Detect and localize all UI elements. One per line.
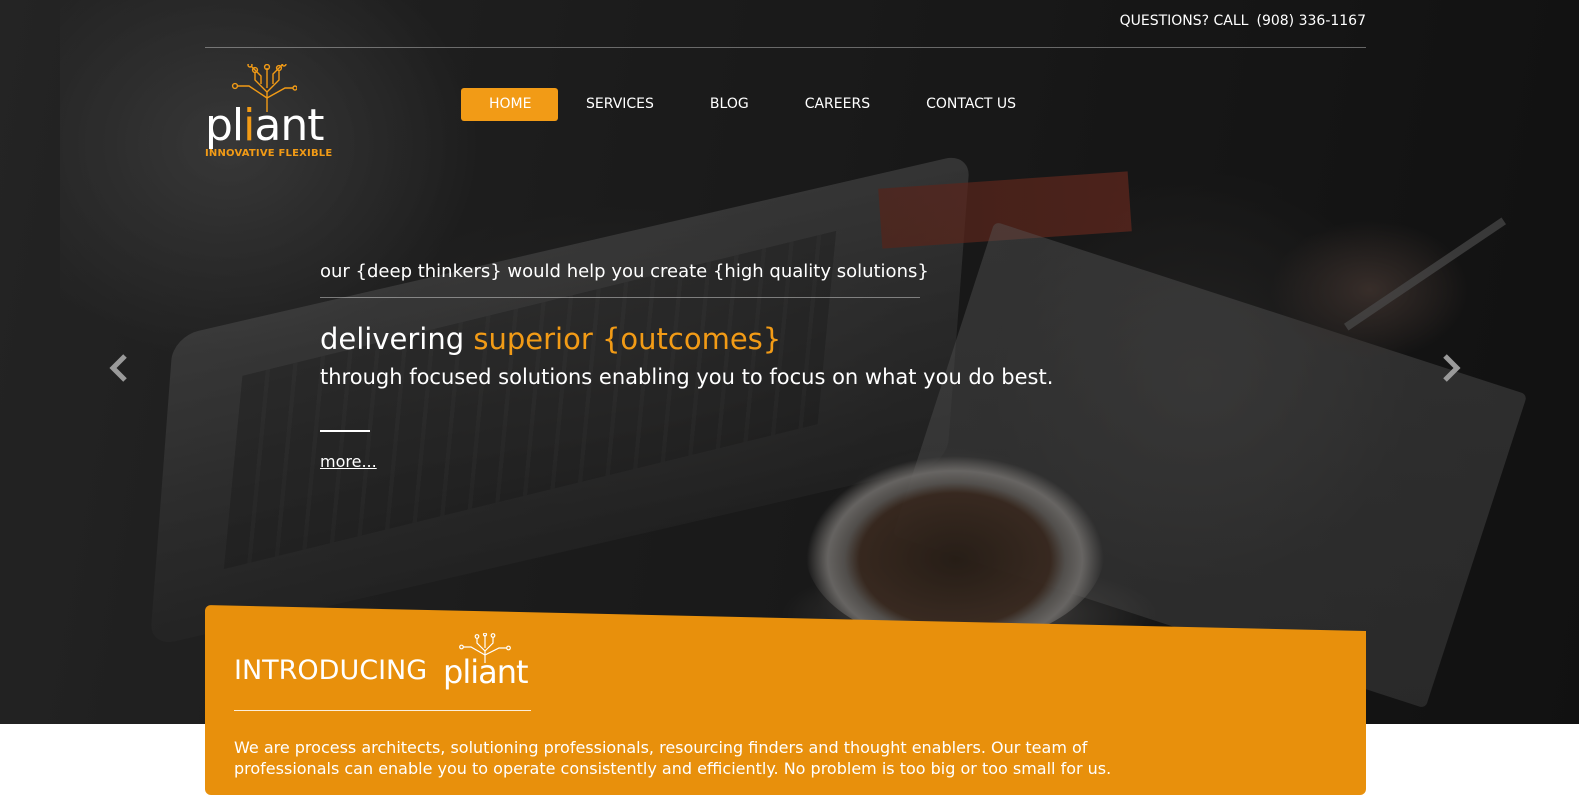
intro-section: INTRODUCING pliant We are process archit… [205,605,1366,795]
contact-phone: QUESTIONS? CALL (908) 336-1167 [1120,13,1366,29]
slide-headline: delivering superior {outcomes} [320,322,782,356]
carousel-slide: our {deep thinkers} would help you creat… [320,260,1220,471]
logo-tagline: INNOVATIVE FLEXIBLE [205,148,333,159]
nav-services[interactable]: SERVICES [558,88,682,121]
main-nav: HOME SERVICES BLOG CAREERS CONTACT US [461,88,1044,121]
intro-logo-wordmark: pliant [443,653,529,691]
intro-divider [234,710,531,711]
intro-text: We are process architects, solutioning p… [234,738,1112,778]
slide-divider [320,297,920,298]
slide-short-rule [320,430,370,432]
nav-home[interactable]: HOME [461,88,558,121]
more-link[interactable]: more... [320,452,377,471]
intro-title: INTRODUCING [234,655,428,686]
phone-number[interactable]: (908) 336-1167 [1257,13,1367,29]
top-bar: QUESTIONS? CALL (908) 336-1167 [205,0,1366,48]
nav-contact-us[interactable]: CONTACT US [898,88,1044,121]
nav-careers[interactable]: CAREERS [777,88,898,121]
nav-blog[interactable]: BLOG [682,88,777,121]
questions-label: QUESTIONS? CALL [1119,13,1249,29]
chevron-left-icon[interactable] [108,353,130,383]
site-logo[interactable]: pliant INNOVATIVE FLEXIBLE [205,64,355,160]
chevron-right-icon[interactable] [1440,353,1462,383]
logo-wordmark: pliant [205,100,325,151]
slide-kicker: our {deep thinkers} would help you creat… [320,261,929,282]
slide-subline: through focused solutions enabling you t… [320,365,1054,389]
